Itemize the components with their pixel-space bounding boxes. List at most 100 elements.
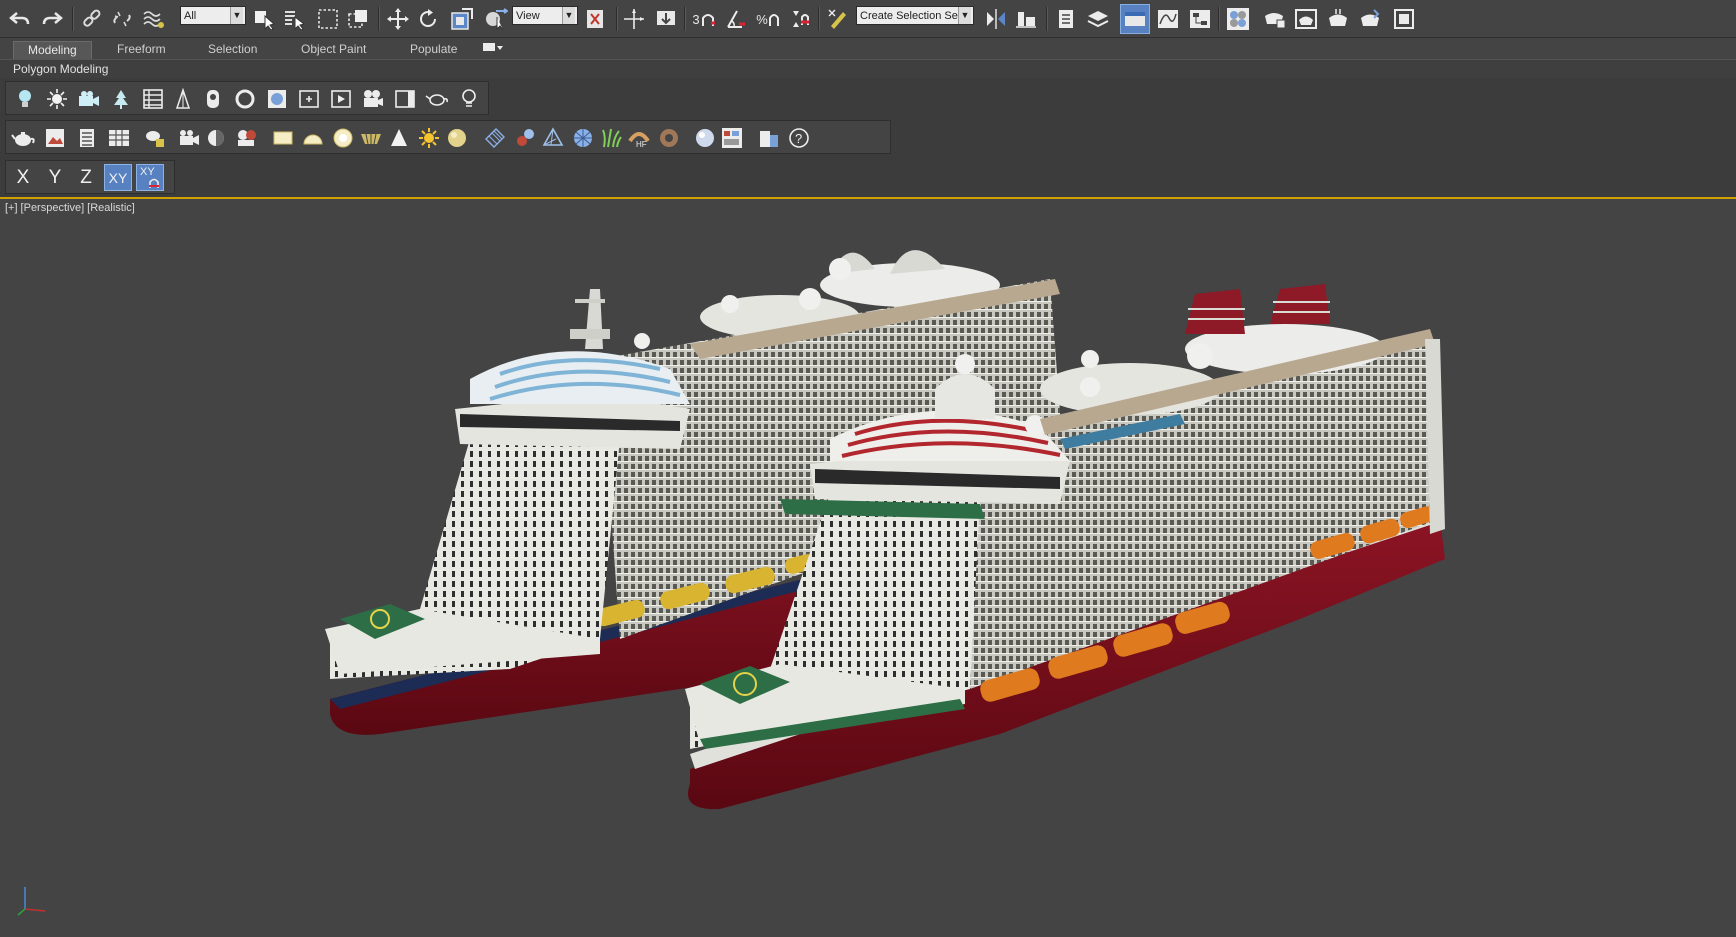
snap-dimension-label: 3	[692, 11, 700, 27]
camera-icon[interactable]	[176, 125, 202, 151]
a360-gallery-icon[interactable]	[1390, 5, 1418, 33]
axis-gizmo-icon	[17, 887, 46, 916]
3dsmax-window: All ▼ View ▼ 3 % Create Selection Se ▼ M…	[0, 0, 1736, 937]
batch-render-icon[interactable]	[756, 125, 782, 151]
unlink-icon[interactable]	[108, 5, 136, 33]
render-setup-icon[interactable]	[1260, 5, 1288, 33]
render-production-icon[interactable]	[1324, 5, 1352, 33]
move-icon[interactable]	[384, 5, 412, 33]
funnel-front-1	[1185, 289, 1245, 334]
tab-modeling[interactable]: Modeling	[13, 41, 92, 60]
radome-front-3	[1081, 350, 1099, 368]
use-pivot-center-icon[interactable]	[582, 5, 610, 33]
photometric-icon[interactable]	[200, 86, 226, 112]
teapot-icon[interactable]	[10, 125, 36, 151]
snap-toggle-icon[interactable]: 3	[688, 5, 720, 33]
viewport-frame-icon[interactable]	[392, 86, 418, 112]
render-in-cloud-icon[interactable]	[1356, 5, 1384, 33]
polygon-modeling-label[interactable]: Polygon Modeling	[13, 60, 108, 78]
reference-coordinate-dropdown[interactable]: View ▼	[512, 6, 578, 25]
align-icon[interactable]	[1012, 5, 1040, 33]
toggle-layer-explorer-icon[interactable]	[1084, 5, 1112, 33]
link-icon[interactable]	[78, 5, 106, 33]
light-bulb-outline-icon[interactable]	[456, 86, 482, 112]
axis-x-button[interactable]: X	[9, 164, 37, 191]
keyboard-shortcut-override-icon[interactable]	[652, 5, 680, 33]
hemisphere-primitive-icon[interactable]	[300, 125, 326, 151]
axis-y-button[interactable]: Y	[41, 164, 69, 191]
cloth-icon[interactable]	[656, 125, 682, 151]
redo-icon[interactable]	[38, 5, 66, 33]
disc-primitive-icon[interactable]	[330, 125, 356, 151]
compound-object-icon[interactable]	[512, 125, 538, 151]
mirror-icon[interactable]	[982, 5, 1010, 33]
play-preview-icon[interactable]	[328, 86, 354, 112]
omni-light-icon[interactable]	[44, 86, 70, 112]
rotate-view-icon[interactable]	[232, 86, 258, 112]
tab-populate[interactable]: Populate	[396, 41, 471, 58]
bulb-light-icon[interactable]	[12, 86, 38, 112]
percent-snap-icon[interactable]: %	[754, 5, 782, 33]
selection-filter-value: All	[184, 10, 197, 22]
rectangle-selection-icon[interactable]	[314, 5, 342, 33]
percent-snap-label: %	[756, 11, 768, 27]
sphere-primitive-icon[interactable]	[444, 125, 470, 151]
material-editor-icon[interactable]	[1224, 5, 1252, 33]
select-by-name-icon[interactable]	[280, 5, 308, 33]
rendered-frame-window-icon[interactable]	[1292, 5, 1320, 33]
curve-editor-icon[interactable]	[1154, 5, 1182, 33]
material-browser-icon[interactable]	[720, 125, 746, 151]
selection-filter-dropdown[interactable]: All ▼	[180, 6, 246, 25]
bind-spacewarp-icon[interactable]	[140, 5, 168, 33]
cone-primitive-icon[interactable]	[386, 125, 412, 151]
tab-freeform[interactable]: Freeform	[103, 41, 180, 58]
environment-icon[interactable]	[264, 86, 290, 112]
paint-bucket-icon[interactable]	[142, 125, 168, 151]
free-light-icon[interactable]	[204, 125, 230, 151]
schematic-view-icon[interactable]	[1186, 5, 1214, 33]
render-image-icon[interactable]	[42, 125, 68, 151]
toggle-scene-explorer-icon[interactable]	[1052, 5, 1080, 33]
film-camera-icon[interactable]	[360, 86, 386, 112]
grass-icon[interactable]	[598, 125, 624, 151]
help-icon[interactable]: ?	[786, 125, 812, 151]
teapot-outline-icon[interactable]	[424, 86, 450, 112]
safe-frame-icon[interactable]	[296, 86, 322, 112]
perspective-viewport[interactable]: [+] [Perspective] [Realistic]	[0, 197, 1736, 937]
radome-front-2	[1080, 377, 1100, 397]
angle-snap-icon[interactable]	[722, 5, 750, 33]
window-crossing-icon[interactable]	[344, 5, 372, 33]
toggle-ribbon-icon[interactable]	[1120, 4, 1150, 34]
select-object-icon[interactable]	[250, 5, 278, 33]
ribbon-options-icon[interactable]	[478, 41, 508, 58]
hair-fur-icon[interactable]: HF	[626, 125, 652, 151]
tab-selection[interactable]: Selection	[194, 41, 271, 58]
axis-z-button[interactable]: Z	[72, 164, 100, 191]
named-selection-sets-dropdown[interactable]: Create Selection Se ▼	[856, 6, 974, 25]
tetra-icon[interactable]	[540, 125, 566, 151]
select-manipulate-icon[interactable]	[482, 5, 510, 33]
table-icon[interactable]	[106, 125, 132, 151]
tab-object-paint[interactable]: Object Paint	[287, 41, 380, 58]
sun-icon[interactable]	[416, 125, 442, 151]
axis-xy-plane-button[interactable]: XY	[136, 164, 164, 191]
grid-list-icon[interactable]	[140, 86, 166, 112]
scale-icon[interactable]	[448, 5, 476, 33]
bowl-primitive-icon[interactable]	[358, 125, 384, 151]
layer-stack-icon[interactable]	[74, 125, 100, 151]
material-sphere-icon[interactable]	[692, 125, 718, 151]
geosphere-icon[interactable]	[570, 125, 596, 151]
particle-system-icon[interactable]	[234, 125, 260, 151]
camera-light-icon[interactable]	[76, 86, 102, 112]
target-light-icon[interactable]	[170, 86, 196, 112]
edit-named-selection-icon[interactable]	[824, 5, 852, 33]
plane-primitive-icon[interactable]	[270, 125, 296, 151]
patch-grid-icon[interactable]	[482, 125, 508, 151]
select-and-link-icon[interactable]	[620, 5, 648, 33]
radome-back-2	[799, 288, 821, 310]
undo-icon[interactable]	[6, 5, 34, 33]
spinner-snap-icon[interactable]	[786, 5, 814, 33]
foliage-icon[interactable]	[108, 86, 134, 112]
rotate-icon[interactable]	[414, 5, 442, 33]
axis-xy-button[interactable]: XY	[104, 164, 132, 191]
